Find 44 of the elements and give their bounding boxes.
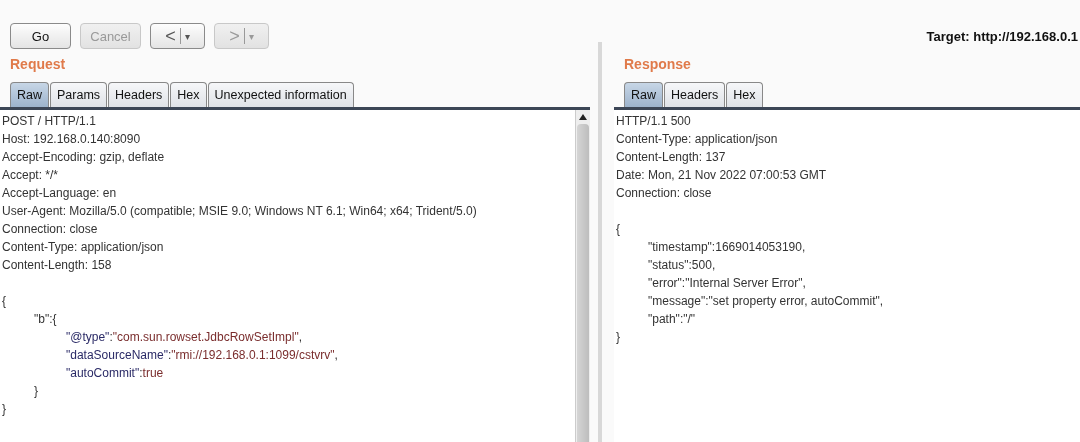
header-line: Connection: close bbox=[616, 185, 713, 202]
scroll-thumb[interactable] bbox=[577, 124, 589, 442]
header-line: Accept-Language: en bbox=[2, 185, 118, 202]
header-line: Content-Type: application/json bbox=[616, 131, 779, 148]
tab[interactable]: Headers bbox=[664, 82, 726, 107]
toolbar-button[interactable]: Go bbox=[10, 23, 71, 49]
header-line: POST / HTTP/1.1 bbox=[2, 113, 97, 130]
header-line: Content-Length: 137 bbox=[616, 149, 727, 166]
pane-title: Request bbox=[9, 56, 67, 74]
code-line: } bbox=[616, 330, 620, 344]
header-line: Date: Mon, 21 Nov 2022 07:00:53 GMT bbox=[616, 167, 828, 184]
target-label: Target: http://192.168.0.1 bbox=[926, 28, 1078, 44]
code-line: "dataSourceName":"rmi://192.168.0.1:1099/cstvrv", bbox=[66, 348, 338, 362]
header-line: User-Agent: Mozilla/5.0 (compatible; MSIE 9.0; Windows NT 6.1; Win64; x64; Trident/5.0) bbox=[2, 203, 478, 220]
code-line: "b":{ bbox=[34, 312, 57, 326]
header-line: Connection: close bbox=[2, 221, 99, 238]
scrollbar[interactable] bbox=[575, 110, 590, 442]
code-line: "message":"set property error, autoCommit", bbox=[648, 294, 884, 308]
code-line: "timestamp":1669014053190, bbox=[648, 240, 806, 254]
header-line: Accept: */* bbox=[2, 167, 60, 184]
tab[interactable]: Headers bbox=[108, 82, 170, 107]
scroll-up-icon[interactable] bbox=[579, 114, 587, 120]
header-line: HTTP/1.1 500 bbox=[616, 113, 692, 130]
code-line: "@type":"com.sun.rowset.JdbcRowSetImpl", bbox=[66, 330, 302, 344]
tab[interactable]: Hex bbox=[170, 82, 207, 107]
pane-title: Response bbox=[623, 56, 692, 74]
code-line: } bbox=[2, 402, 6, 416]
code-line: } bbox=[34, 384, 38, 398]
tab[interactable]: Unexpected information bbox=[207, 82, 354, 107]
code-line: "error":"Internal Server Error", bbox=[648, 276, 806, 290]
code-line: "status":500, bbox=[648, 258, 716, 272]
header-line: Content-Type: application/json bbox=[2, 239, 165, 256]
header-line: Content-Length: 158 bbox=[2, 257, 113, 274]
tab[interactable]: Hex bbox=[726, 82, 763, 107]
header-line: Host: 192.168.0.140:8090 bbox=[2, 131, 142, 148]
tab[interactable]: Params bbox=[50, 82, 108, 107]
header-line: Accept-Encoding: gzip, deflate bbox=[2, 149, 166, 166]
tab[interactable]: Raw bbox=[624, 82, 663, 107]
nav-button[interactable]: < ▾ bbox=[150, 23, 205, 49]
code-line: { bbox=[2, 294, 6, 308]
code-line: "autoCommit":true bbox=[66, 366, 164, 380]
code-line: { bbox=[616, 222, 620, 236]
code-line: "path":"/" bbox=[648, 312, 696, 326]
tab[interactable]: Raw bbox=[10, 82, 49, 107]
